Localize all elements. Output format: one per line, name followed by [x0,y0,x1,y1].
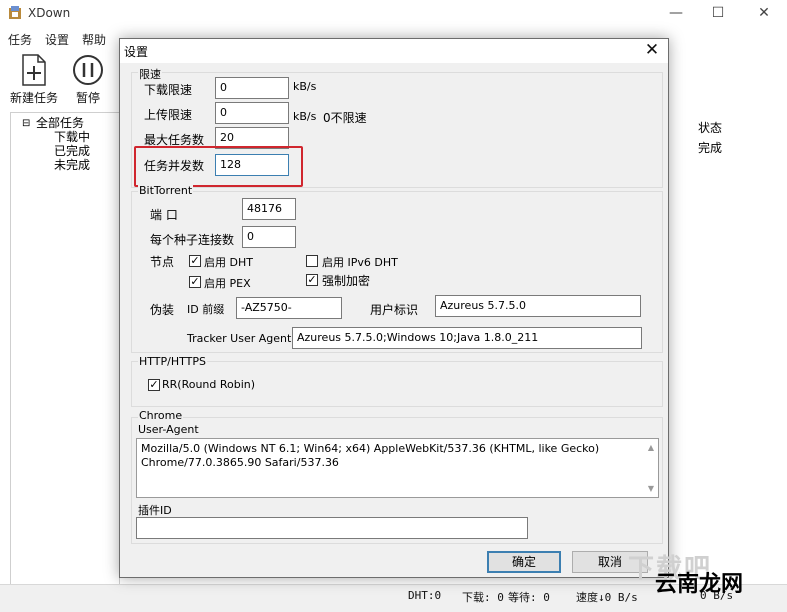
dialog-title: 设置 [124,45,149,59]
watermark-site-text: 云南龙网 [655,572,744,597]
port-label: 端 口 [150,208,178,222]
upload-limit-input[interactable]: 0 [215,102,289,124]
plugin-id-input[interactable] [136,517,528,539]
ipv6-dht-label: 启用 IPv6 DHT [322,256,398,269]
column-header-status[interactable]: 状态 [698,119,722,136]
scroll-up-icon[interactable]: ▲ [648,443,654,452]
close-window-button[interactable]: ✕ [754,4,774,22]
round-robin-label: RR(Round Robin) [162,378,256,391]
dialog-titlebar: 设置 ✕ [120,39,668,63]
status-dht: DHT:0 [408,589,442,602]
id-prefix-input[interactable]: -AZ5750- [236,297,342,319]
row-status-value: 完成 [698,141,723,155]
task-tree [10,112,120,586]
status-speed: 速度↓0 B/s [576,591,638,604]
upload-limit-unit: kB/s [293,110,317,123]
user-agent-line-1: Mozilla/5.0 (Windows NT 6.1; Win64; x64)… [141,442,600,455]
download-limit-label: 下载限速 [144,83,193,97]
upload-limit-hint: 0不限速 [323,111,367,125]
app-icon [9,6,21,19]
upload-limit-label: 上传限速 [144,108,193,122]
node-label: 节点 [150,255,175,269]
concurrency-input[interactable]: 128 [215,154,289,176]
user-agent-textarea[interactable]: Mozilla/5.0 (Windows NT 6.1; Win64; x64)… [136,438,659,498]
dht-checkbox[interactable]: ✓ [189,255,201,267]
download-limit-unit: kB/s [293,80,317,93]
menu-task[interactable]: 任务 [8,31,32,48]
plugin-id-label: 插件ID [138,504,172,517]
round-robin-checkbox[interactable]: ✓ [148,379,160,391]
menu-settings[interactable]: 设置 [45,31,69,48]
download-limit-input[interactable]: 0 [215,77,289,99]
pex-checkbox[interactable]: ✓ [189,276,201,288]
maximize-button[interactable]: ☐ [708,4,728,22]
pause-icon [73,55,103,85]
ipv6-dht-checkbox[interactable] [306,255,318,267]
port-input[interactable]: 48176 [242,198,296,220]
settings-dialog: 设置 ✕ 限速 下载限速 0 kB/s 上传限速 0 kB/s 0不限速 最大任… [119,38,669,578]
chrome-group-label: Chrome [138,409,184,422]
pause-button[interactable]: 暂停 [66,54,110,106]
status-download: 下载: 0 [462,591,504,604]
pause-label: 暂停 [75,91,100,105]
user-agent-line-2: Chrome/77.0.3865.90 Safari/537.36 [141,456,339,469]
pex-label: 启用 PEX [204,277,251,290]
encryption-label: 强制加密 [322,274,371,288]
encryption-checkbox[interactable]: ✓ [306,274,318,286]
disguise-label: 伪装 [150,303,175,317]
id-prefix-label: ID 前缀 [187,303,225,316]
connections-input[interactable]: 0 [242,226,296,248]
bittorrent-group-label: BitTorrent [138,184,194,197]
new-task-button[interactable]: 新建任务 [6,54,62,106]
dialog-close-button[interactable]: ✕ [642,40,662,60]
tree-collapse-icon[interactable]: ⊟ [22,118,30,129]
new-task-label: 新建任务 [9,91,58,105]
user-id-input[interactable]: Azureus 5.7.5.0 [435,295,641,317]
menu-help[interactable]: 帮助 [82,31,106,48]
dht-label: 启用 DHT [204,256,253,269]
tracker-ua-label: Tracker User Agent [187,332,292,345]
connections-label: 每个种子连接数 [150,233,235,247]
speed-group-label: 限速 [138,66,162,82]
minimize-button[interactable]: — [666,4,686,22]
new-file-icon [22,54,46,86]
tracker-ua-input[interactable]: Azureus 5.7.5.0;Windows 10;Java 1.8.0_21… [292,327,642,349]
app-title: XDown [28,6,71,20]
user-agent-label: User-Agent [138,423,199,436]
tree-item-incomplete[interactable]: 未完成 [54,156,90,173]
user-id-label: 用户标识 [370,303,419,317]
http-group-label: HTTP/HTTPS [138,355,207,368]
ok-button[interactable]: 确定 [487,551,561,573]
concurrency-label: 任务并发数 [144,159,205,173]
status-waiting: 等待: 0 [508,591,550,604]
scroll-down-icon[interactable]: ▼ [648,484,654,493]
